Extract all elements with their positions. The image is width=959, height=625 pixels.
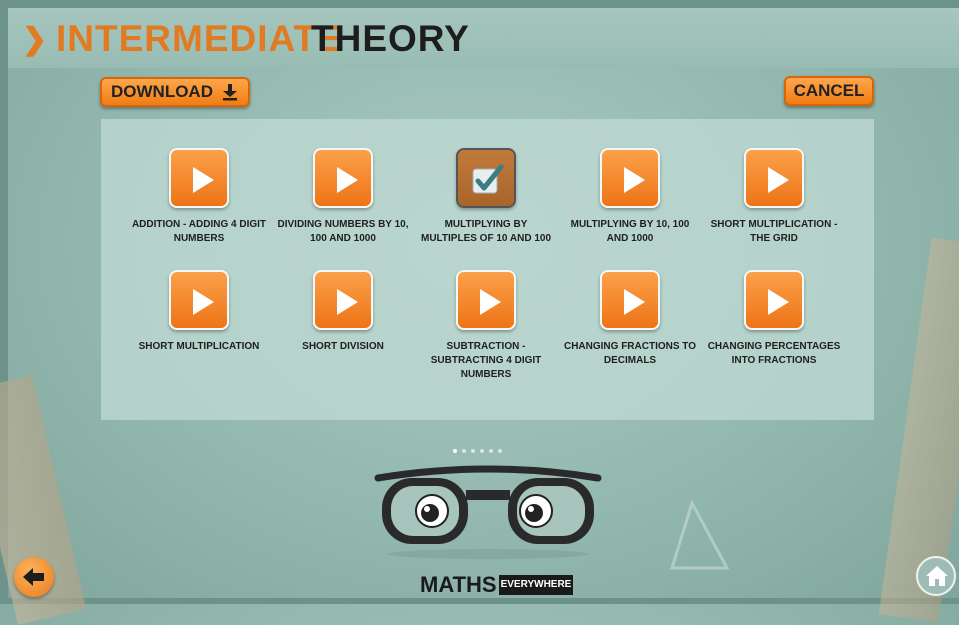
- download-arrow-icon: [222, 84, 237, 101]
- page-title-highlight: INTERMEDIATE: [56, 18, 343, 59]
- lesson-tile-label: CHANGING PERCENTAGES INTO FRACTIONS: [707, 341, 841, 366]
- glasses-mascot-icon: [374, 465, 602, 559]
- lesson-tile-label: CHANGING FRACTIONS TO DECIMALS: [563, 341, 697, 366]
- logo-text-everywhere: EVERYWHERE: [498, 575, 574, 595]
- page-indicator: [453, 449, 502, 453]
- play-icon[interactable]: [313, 270, 373, 330]
- play-icon[interactable]: [169, 270, 229, 330]
- lesson-tile[interactable]: CHANGING PERCENTAGES INTO FRACTIONS: [704, 270, 844, 368]
- lesson-tile-label: MULTIPLYING BY MULTIPLES OF 10 AND 100: [420, 219, 552, 244]
- page-title: THEORY: [311, 18, 470, 59]
- checkbox-checked-icon[interactable]: [456, 148, 516, 208]
- page-dot[interactable]: [480, 449, 484, 453]
- download-button[interactable]: DOWNLOAD: [100, 77, 250, 107]
- lesson-tile[interactable]: SHORT MULTIPLICATION: [129, 270, 269, 354]
- page-header: ❯ INTERMEDIATE THEORY: [8, 8, 959, 68]
- top-frame: [0, 0, 959, 8]
- cancel-button[interactable]: CANCEL: [784, 76, 874, 106]
- play-icon[interactable]: [169, 148, 229, 208]
- lesson-tile[interactable]: MULTIPLYING BY MULTIPLES OF 10 AND 100: [416, 148, 556, 246]
- lesson-tile-label: SHORT MULTIPLICATION: [138, 341, 260, 352]
- lesson-tile[interactable]: ADDITION - ADDING 4 DIGIT NUMBERS: [129, 148, 269, 246]
- lesson-tile[interactable]: SUBTRACTION - SUBTRACTING 4 DIGIT NUMBER…: [416, 270, 556, 382]
- set-square-decoration: [669, 499, 730, 570]
- lesson-tile-label: SUBTRACTION - SUBTRACTING 4 DIGIT NUMBER…: [430, 341, 542, 380]
- home-button[interactable]: [916, 556, 956, 596]
- play-icon[interactable]: [600, 270, 660, 330]
- cancel-button-label: CANCEL: [793, 81, 865, 100]
- lesson-tile-label: SHORT DIVISION: [302, 341, 384, 352]
- lesson-tile-label: MULTIPLYING BY 10, 100 AND 1000: [570, 219, 690, 244]
- lesson-tile[interactable]: MULTIPLYING BY 10, 100 AND 1000: [560, 148, 700, 246]
- lesson-tile[interactable]: CHANGING FRACTIONS TO DECIMALS: [560, 270, 700, 368]
- back-button[interactable]: [14, 557, 54, 597]
- page-dot[interactable]: [489, 449, 493, 453]
- lesson-tile[interactable]: SHORT MULTIPLICATION - THE GRID: [704, 148, 844, 246]
- back-arrow-icon: [23, 568, 44, 586]
- lesson-tile[interactable]: SHORT DIVISION: [273, 270, 413, 354]
- maths-everywhere-logo: MATHS EVERYWHERE: [420, 572, 574, 598]
- page-dot[interactable]: [462, 449, 466, 453]
- logo-text-maths: MATHS: [420, 572, 497, 597]
- page-dot[interactable]: [471, 449, 475, 453]
- download-button-label: DOWNLOAD: [111, 82, 213, 101]
- play-icon[interactable]: [456, 270, 516, 330]
- play-icon[interactable]: [744, 148, 804, 208]
- lesson-tile-label: DIVIDING NUMBERS BY 10, 100 AND 1000: [277, 219, 409, 244]
- play-icon[interactable]: [313, 148, 373, 208]
- bottom-frame: [0, 598, 959, 604]
- home-icon: [926, 566, 948, 586]
- play-icon[interactable]: [744, 270, 804, 330]
- lesson-tile[interactable]: DIVIDING NUMBERS BY 10, 100 AND 1000: [273, 148, 413, 246]
- page-dot[interactable]: [498, 449, 502, 453]
- lesson-tile-label: SHORT MULTIPLICATION - THE GRID: [710, 219, 838, 244]
- play-icon[interactable]: [600, 148, 660, 208]
- lesson-tile-label: ADDITION - ADDING 4 DIGIT NUMBERS: [131, 219, 267, 244]
- page-dot[interactable]: [453, 449, 457, 453]
- chevron-right-icon: ❯: [22, 23, 48, 56]
